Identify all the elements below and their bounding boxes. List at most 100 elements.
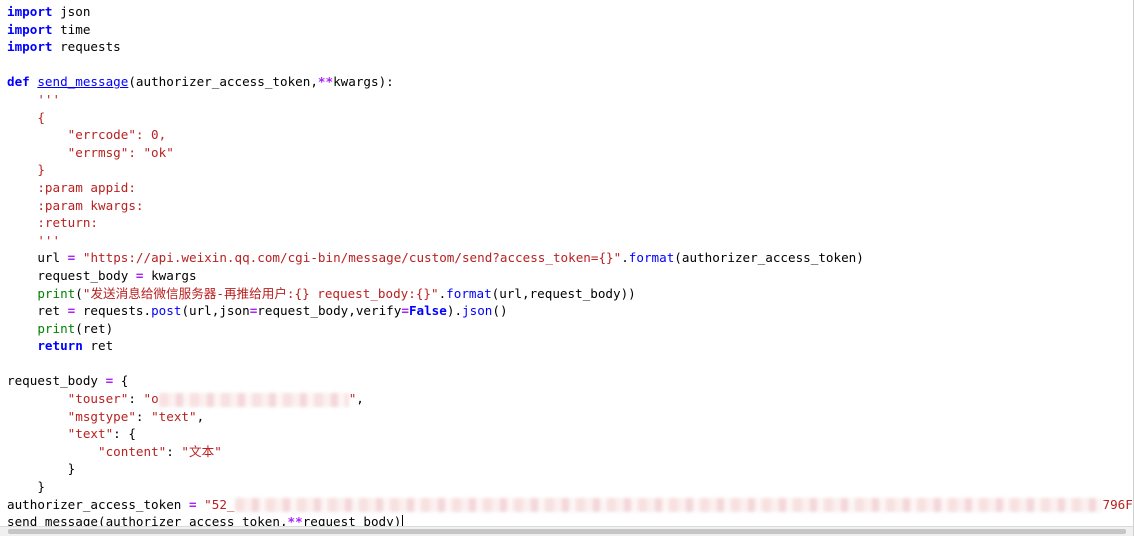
code-token: "text" [151, 408, 197, 424]
code-token: = [188, 496, 197, 512]
code-token: "text" [67, 426, 114, 442]
code-token: : { [113, 426, 136, 442]
code-token: json [52, 4, 91, 19]
code-token: return [37, 338, 83, 354]
code-token: "msgtype" [67, 408, 136, 424]
code-token: json [462, 303, 493, 319]
code-token: ''' [7, 232, 61, 248]
code-line[interactable]: print("发送消息给微信服务器-再推给用户:{} request_body:… [7, 285, 1133, 303]
code-token: requests. [75, 303, 152, 319]
code-token: (ret) [75, 320, 114, 336]
code-token: time [52, 21, 91, 37]
code-token: (authorizer_access_token, [128, 74, 318, 90]
code-token: } [7, 162, 45, 178]
code-token: def [7, 74, 30, 90]
code-token: 796F [1102, 496, 1133, 512]
code-line[interactable]: import requests [7, 38, 1133, 56]
code-token: ** [317, 74, 334, 90]
code-token: import [7, 39, 53, 55]
code-token: "发送消息给微信服务器-再推给用户:{} request_body:{}" [82, 285, 439, 301]
code-token: :return: [7, 215, 98, 231]
code-editor[interactable]: import json import time import requests de… [0, 0, 1134, 536]
code-token: import [7, 4, 53, 19]
code-token: "errmsg": "ok" [7, 144, 174, 160]
code-line[interactable] [7, 355, 1133, 373]
code-token: :param appid: [7, 179, 136, 195]
code-line[interactable]: request_body = kwargs [7, 267, 1133, 285]
code-token: authorizer_access_token [7, 496, 189, 512]
code-token: import [7, 21, 53, 37]
code-line[interactable]: :param appid: [7, 179, 1133, 197]
code-area[interactable]: import json import time import requests de… [7, 3, 1133, 531]
code-token: } [7, 479, 45, 495]
code-line[interactable] [7, 56, 1133, 74]
code-token: = [401, 303, 409, 319]
code-line[interactable]: "touser": "o ", [7, 390, 1133, 408]
code-token: : [128, 391, 144, 407]
code-line[interactable]: "errcode": 0, [7, 126, 1133, 144]
code-token: "errcode": 0, [7, 127, 167, 143]
code-token: False [408, 303, 447, 319]
code-token: "52_ [204, 496, 235, 512]
code-token: (authorizer_access_token) [674, 250, 864, 266]
code-line[interactable]: print(ret) [7, 320, 1133, 338]
code-line[interactable]: url = "https://api.weixin.qq.com/cgi-bin… [7, 249, 1133, 267]
code-token: , [356, 391, 364, 407]
code-line[interactable]: } [7, 460, 1133, 478]
code-line[interactable]: def send_message(authorizer_access_token… [7, 73, 1133, 91]
code-token: post [151, 303, 182, 319]
code-token: format [446, 285, 492, 301]
code-line[interactable]: "msgtype": "text", [7, 408, 1133, 426]
code-line[interactable]: "errmsg": "ok" [7, 144, 1133, 162]
code-line[interactable]: } [7, 161, 1133, 179]
code-token: (url,json [181, 303, 250, 319]
code-token: ). [446, 303, 463, 319]
code-line[interactable]: "content": "文本" [7, 443, 1133, 461]
code-token: request_body,verify [257, 303, 402, 319]
code-line[interactable]: :param kwargs: [7, 197, 1133, 215]
code-line[interactable]: ret = requests.post(url,json=request_bod… [7, 302, 1133, 320]
code-token: "o [143, 391, 159, 407]
code-token: ret [7, 303, 68, 319]
code-line[interactable]: "text": { [7, 425, 1133, 443]
code-token: requests [52, 39, 121, 55]
code-token: : [166, 443, 182, 459]
code-line[interactable]: ''' [7, 232, 1133, 250]
code-token: "文本" [181, 443, 222, 459]
code-token: format [628, 250, 675, 266]
code-token: ''' [7, 91, 61, 107]
scrollbar-thumb[interactable] [8, 529, 1126, 534]
code-line[interactable]: ''' [7, 91, 1133, 109]
code-token: ( [75, 285, 83, 301]
code-line[interactable]: request_body = { [7, 372, 1133, 390]
code-line[interactable]: import time [7, 21, 1133, 39]
code-token: url [7, 250, 68, 266]
code-token: kwargs [143, 267, 197, 283]
code-token: { [7, 109, 45, 125]
code-token: () [492, 303, 508, 319]
code-line[interactable]: authorizer_access_token = "52_ 796F [7, 496, 1133, 514]
code-line[interactable]: } [7, 478, 1133, 496]
code-line[interactable]: import json [7, 3, 1133, 21]
code-token: . [621, 250, 629, 266]
code-token: : [135, 408, 152, 424]
code-token: send_message [37, 74, 129, 90]
code-token: "touser" [67, 391, 129, 407]
code-line[interactable]: { [7, 109, 1133, 127]
code-token: = [135, 267, 144, 283]
code-line[interactable]: :return: [7, 214, 1133, 232]
redacted-text [158, 392, 349, 407]
code-token: print [37, 285, 76, 301]
horizontal-scrollbar[interactable] [0, 526, 1133, 536]
code-token: request_body [7, 373, 106, 389]
code-token: ret [82, 338, 114, 354]
code-line[interactable]: return ret [7, 337, 1133, 355]
